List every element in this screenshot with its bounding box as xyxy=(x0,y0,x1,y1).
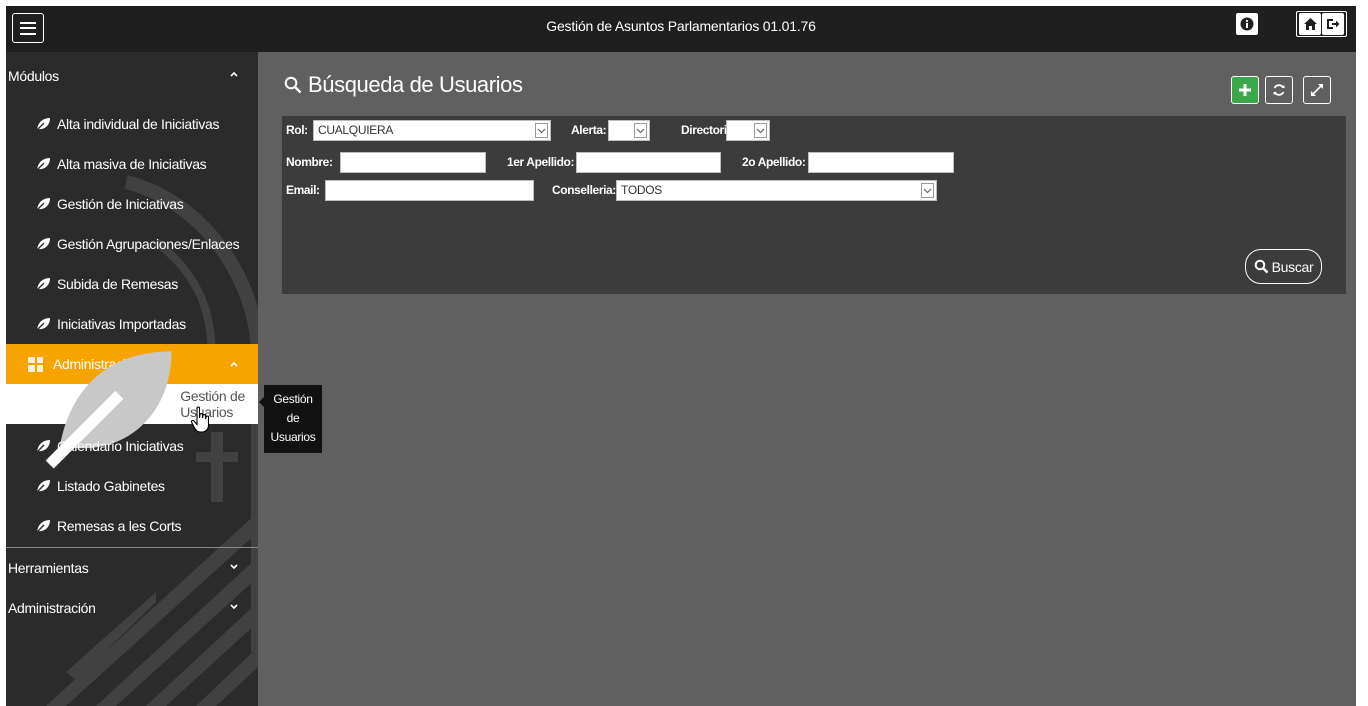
info-button[interactable] xyxy=(1236,13,1258,35)
directorio-select[interactable] xyxy=(726,120,770,141)
sidebar-item-label: Alta individual de Iniciativas xyxy=(57,116,220,132)
rol-select[interactable]: CUALQUIERA xyxy=(313,120,551,141)
sidebar-section-label: Administración xyxy=(8,600,96,616)
top-bar: Gestión de Asuntos Parlamentarios 01.01.… xyxy=(6,6,1356,52)
leaf-icon xyxy=(35,278,50,292)
leaf-icon xyxy=(35,520,50,534)
chevron-up-icon xyxy=(230,71,238,77)
sidebar-item-label: Gestión de Iniciativas xyxy=(57,196,184,212)
conselleria-select[interactable]: TODOS xyxy=(616,180,937,201)
refresh-button[interactable] xyxy=(1265,76,1293,104)
apellido2-label: 2o Apellido: xyxy=(742,155,806,169)
alerta-label: Alerta: xyxy=(571,123,607,137)
sidebar-item-gestion-usuarios[interactable]: Gestión de Usuarios xyxy=(6,351,258,469)
sidebar-section-modulos[interactable]: Módulos xyxy=(6,56,258,96)
menu-button[interactable] xyxy=(12,13,44,43)
sidebar-item-remesas-corts[interactable]: Remesas a les Corts xyxy=(6,506,258,546)
sidebar-item-alta-individual[interactable]: Alta individual de Iniciativas xyxy=(6,104,258,144)
chevron-down-icon xyxy=(230,604,238,610)
tooltip-line: Usuarios xyxy=(270,430,316,444)
chevron-down-icon xyxy=(921,183,934,198)
rol-select-value: CUALQUIERA xyxy=(318,123,394,137)
sidebar-item-subida-remesas[interactable]: Subida de Remesas xyxy=(6,264,258,304)
search-icon xyxy=(284,76,302,94)
sidebar-item-label: Calendario Iniciativas xyxy=(57,438,184,454)
chevron-up-icon xyxy=(230,361,238,367)
nombre-input[interactable] xyxy=(340,152,486,173)
apellido2-input[interactable] xyxy=(808,152,954,173)
leaf-icon xyxy=(35,238,50,252)
info-icon xyxy=(1240,17,1254,31)
search-button-label: Buscar xyxy=(1271,258,1314,275)
email-label: Email: xyxy=(286,183,320,197)
leaf-icon xyxy=(35,158,50,172)
tooltip: Gestión de Usuarios xyxy=(259,385,322,453)
conselleria-label: Conselleria: xyxy=(552,183,616,197)
app-title: Gestión de Asuntos Parlamentarios 01.01.… xyxy=(546,18,816,34)
sidebar-item-alta-masiva[interactable]: Alta masiva de Iniciativas xyxy=(6,144,258,184)
sidebar-item-calendario[interactable]: Calendario Iniciativas xyxy=(6,426,258,466)
hand-cursor-icon xyxy=(190,406,210,433)
apellido1-input[interactable] xyxy=(576,152,721,173)
home-button[interactable] xyxy=(1299,13,1321,35)
page-title: Búsqueda de Usuarios xyxy=(284,72,523,98)
sidebar-item-label: Listado Gabinetes xyxy=(57,478,165,494)
tooltip-line: Gestión xyxy=(273,392,313,406)
sidebar-item-label: Iniciativas Importadas xyxy=(57,316,186,332)
sidebar-item-label: Gestión Agrupaciones/Enlaces xyxy=(57,236,240,252)
tooltip-line: de xyxy=(286,411,300,425)
leaf-icon xyxy=(35,198,50,212)
leaf-icon xyxy=(35,440,50,454)
nombre-label: Nombre: xyxy=(286,155,333,169)
menu-icon xyxy=(20,21,36,35)
sidebar-item-label: Subida de Remesas xyxy=(57,276,178,292)
sidebar-item-label: Remesas a les Corts xyxy=(57,518,182,534)
chevron-down-icon xyxy=(535,123,548,138)
page-title-text: Búsqueda de Usuarios xyxy=(308,72,523,97)
sidebar-item-label: Alta masiva de Iniciativas xyxy=(57,156,207,172)
chevron-down-icon xyxy=(754,123,767,138)
sidebar-section-administracion[interactable]: Administración xyxy=(6,588,258,628)
alerta-select[interactable] xyxy=(608,120,650,141)
sidebar-section-herramientas[interactable]: Herramientas xyxy=(6,548,258,588)
conselleria-select-value: TODOS xyxy=(621,183,662,197)
leaf-icon xyxy=(35,118,50,132)
sidebar-item-gestion-agrupaciones[interactable]: Gestión Agrupaciones/Enlaces xyxy=(6,224,258,264)
search-icon xyxy=(1254,259,1268,274)
home-icon xyxy=(1303,18,1317,30)
refresh-icon xyxy=(1273,84,1285,96)
search-button[interactable]: Buscar xyxy=(1245,249,1322,284)
sidebar-item-listado-gabinetes[interactable]: Listado Gabinetes xyxy=(6,466,258,506)
rol-label: Rol: xyxy=(286,123,308,137)
logout-button[interactable] xyxy=(1322,13,1344,35)
add-icon xyxy=(1239,84,1251,96)
app-window: Gestión de Asuntos Parlamentarios 01.01.… xyxy=(6,6,1356,706)
logout-icon xyxy=(1327,19,1340,29)
chevron-down-icon xyxy=(634,123,647,138)
add-user-button[interactable] xyxy=(1231,76,1259,104)
sidebar: Módulos Alta individual de Iniciativas A… xyxy=(6,52,258,706)
search-panel: Rol: CUALQUIERA Alerta: Directorio: Nomb… xyxy=(282,116,1346,294)
leaf-icon xyxy=(35,318,50,332)
fullscreen-button[interactable] xyxy=(1303,76,1331,104)
chevron-down-icon xyxy=(230,564,238,570)
sidebar-item-gestion-iniciativas[interactable]: Gestión de Iniciativas xyxy=(6,184,258,224)
sidebar-section-label: Módulos xyxy=(8,68,59,84)
expand-icon xyxy=(1311,84,1323,96)
email-input[interactable] xyxy=(325,180,534,201)
apellido1-label: 1er Apellido: xyxy=(507,155,575,169)
leaf-icon xyxy=(35,480,50,494)
sidebar-section-label: Herramientas xyxy=(8,560,89,576)
